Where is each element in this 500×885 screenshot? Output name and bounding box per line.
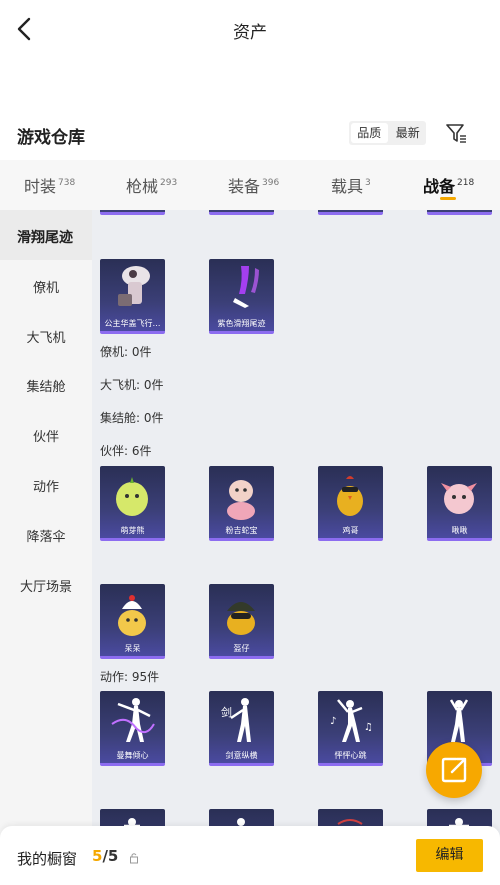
showcase-bar: 我的橱窗 5/5 编辑: [0, 826, 500, 885]
emote-figure-image: [449, 699, 469, 742]
sort-toggle: 品质 最新: [349, 121, 426, 145]
sidebar-item-bigplane[interactable]: 大飞机: [0, 327, 92, 346]
group-label-partner: 伙伴: 6件: [100, 444, 152, 458]
section-title: 游戏仓库: [17, 128, 85, 148]
svg-text:♪: ♪: [330, 716, 336, 727]
grid-item-partial[interactable]: [209, 210, 274, 215]
grid-item-partial[interactable]: [100, 210, 165, 215]
grid-item-partial[interactable]: [318, 210, 383, 215]
grid-item[interactable]: 呆呆: [100, 584, 165, 659]
purple-trail-image: [233, 266, 259, 308]
sidebar-item-parachute[interactable]: 降落伞: [0, 526, 92, 545]
grid-item[interactable]: 萌芽熊: [100, 466, 165, 541]
tab-fashion[interactable]: 时装 738: [24, 173, 75, 197]
group-label-emote: 动作: 95件: [100, 670, 160, 684]
grid-item[interactable]: 公主华盖飞行…: [100, 259, 165, 334]
active-tab-indicator: [440, 197, 456, 200]
share-icon: [441, 757, 467, 783]
sidebar-item-label: 滑翔尾迹: [17, 230, 73, 246]
filter-icon[interactable]: [444, 121, 468, 145]
tab-combat-gear[interactable]: 战备 218: [423, 173, 474, 197]
page-title: 资产: [233, 23, 267, 43]
heartbeat-dancer-image: ♪ ♫: [330, 699, 373, 742]
tab-vehicles[interactable]: 载具 3: [331, 173, 371, 197]
grid-item[interactable]: ♪ ♫ 怦怦心跳: [318, 691, 383, 766]
svg-text:♫: ♫: [364, 722, 373, 733]
sort-quality-option[interactable]: 品质: [351, 123, 388, 143]
sidebar-item-emote[interactable]: 动作: [0, 476, 92, 495]
group-label-wingman: 僚机: 0件: [100, 345, 152, 359]
grid-item[interactable]: 鸡哥: [318, 466, 383, 541]
showcase-count: 5/5: [92, 847, 119, 865]
grid-item[interactable]: 紫色滑翔尾迹: [209, 259, 274, 334]
sidebar-item-wingman[interactable]: 僚机: [0, 277, 92, 296]
showcase-label: 我的橱窗: [17, 850, 78, 868]
sidebar-item-partner[interactable]: 伙伴: [0, 426, 92, 445]
jiujiu-image: [441, 483, 477, 514]
sidebar-item-glide-trail[interactable]: 滑翔尾迹: [0, 210, 92, 260]
pink-snake-image: [227, 480, 255, 520]
princess-glider-image: [118, 266, 150, 306]
helmet-bird-image: [227, 602, 255, 635]
sword-dancer-image: 剑: [221, 698, 251, 742]
dancer-image: [111, 698, 155, 742]
lock-icon: [130, 853, 138, 864]
share-button[interactable]: [426, 742, 482, 798]
sprout-bear-image: [116, 477, 148, 516]
sidebar-item-pod[interactable]: 集结舱: [0, 376, 92, 395]
grid-item[interactable]: 啾啾: [427, 466, 492, 541]
group-label-bigplane: 大飞机: 0件: [100, 378, 164, 392]
grid-item-partial[interactable]: [427, 210, 492, 215]
grid-item[interactable]: 粉吉蛇宝: [209, 466, 274, 541]
sidebar-item-lobby-scene[interactable]: 大厅场景: [0, 576, 92, 595]
grid-item[interactable]: 盔仔: [209, 584, 274, 659]
svg-text:剑: 剑: [221, 705, 232, 719]
group-label-pod: 集结舱: 0件: [100, 411, 164, 425]
sidebar: [0, 210, 92, 885]
edit-button[interactable]: 编辑: [416, 839, 483, 872]
sort-newest-option[interactable]: 最新: [390, 121, 427, 145]
tab-guns[interactable]: 枪械 293: [126, 173, 177, 197]
top-bar: 资产: [0, 0, 500, 60]
grid-item[interactable]: 剑 剑意纵横: [209, 691, 274, 766]
grid-item[interactable]: 曼舞倾心: [100, 691, 165, 766]
category-tabs: 时装 738 枪械 293 装备 396 载具 3 战备 218: [0, 160, 500, 210]
tab-equipment[interactable]: 装备 396: [228, 173, 279, 197]
chicken-image: [337, 476, 363, 516]
daidai-image: [118, 595, 146, 636]
